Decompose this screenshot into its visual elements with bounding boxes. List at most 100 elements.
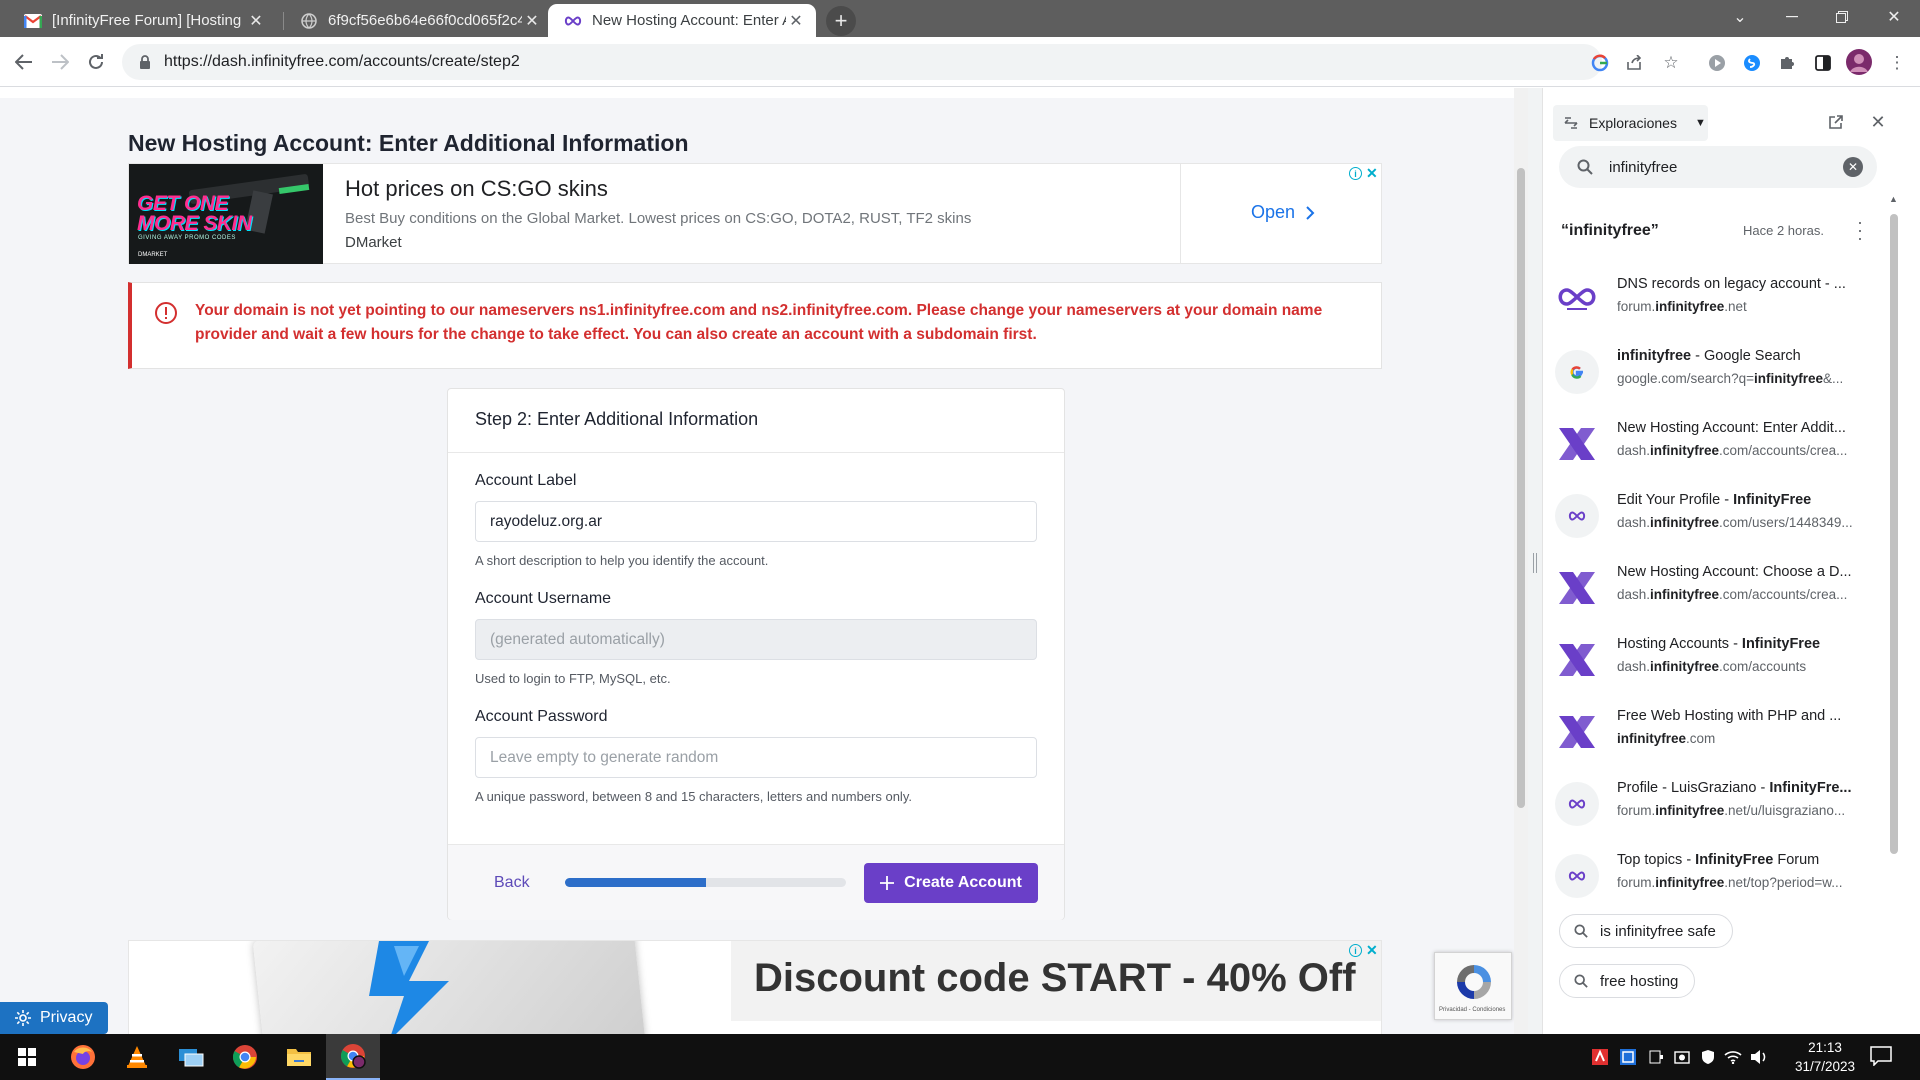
- close-tab-icon[interactable]: ✕: [522, 11, 542, 31]
- journey-more-icon[interactable]: · · ·: [1855, 213, 1865, 247]
- tab-active[interactable]: New Hosting Account: Enter Additional In…: [548, 4, 816, 37]
- journey-item[interactable]: Profile - LuisGraziano - InfinityFre... f…: [1555, 772, 1877, 830]
- reload-icon[interactable]: [81, 47, 111, 77]
- close-tab-icon[interactable]: ✕: [786, 11, 806, 31]
- journey-item-url-text: forum.: [1617, 803, 1656, 818]
- back-link[interactable]: Back: [494, 874, 530, 892]
- side-panel-resize-handle[interactable]: [1528, 88, 1542, 1034]
- chrome-profile-icon[interactable]: [326, 1034, 380, 1080]
- journeys-icon: [1564, 117, 1578, 129]
- journey-item-url-text: forum.: [1617, 299, 1656, 314]
- journey-item-url-match: infinityfree: [1655, 803, 1725, 818]
- file-explorer-icon[interactable]: [272, 1034, 326, 1080]
- profile-avatar[interactable]: [1846, 49, 1872, 75]
- journey-item-title-text: DNS records on legacy account - ...: [1617, 276, 1846, 292]
- remote-desktop-icon[interactable]: [164, 1034, 218, 1080]
- infinity-icon: [1555, 854, 1599, 898]
- journey-item[interactable]: Edit Your Profile - InfinityFree dash.inf…: [1555, 484, 1877, 542]
- journey-item[interactable]: DNS records on legacy account - ... forum…: [1555, 268, 1877, 326]
- resize-grip-icon[interactable]: [1533, 553, 1537, 573]
- journeys-search-field[interactable]: infinityfree ✕: [1559, 146, 1877, 188]
- vlc-icon[interactable]: [110, 1034, 164, 1080]
- side-panel-scrollbar[interactable]: ▲ ▼: [1887, 188, 1901, 1080]
- close-tab-icon[interactable]: ✕: [246, 11, 266, 31]
- wifi-icon[interactable]: [1724, 1046, 1742, 1068]
- journey-item-url-text: .com/users/1448349...: [1719, 515, 1853, 530]
- ad-info-icon[interactable]: i: [1349, 944, 1362, 957]
- shazam-extension-icon[interactable]: [1741, 52, 1763, 74]
- ad-info-icon[interactable]: i: [1349, 167, 1362, 180]
- share-icon[interactable]: [1624, 52, 1646, 74]
- tray-shield-icon[interactable]: [1700, 1046, 1716, 1068]
- ad-open-button[interactable]: Open: [1251, 202, 1315, 223]
- related-search-chip[interactable]: free hosting: [1559, 964, 1696, 998]
- new-tab-button[interactable]: +: [826, 6, 856, 36]
- create-account-button[interactable]: Create Account: [864, 863, 1038, 903]
- journey-item-url: forum.infinityfree.net/top?period=w...: [1617, 875, 1867, 890]
- taskbar-clock[interactable]: 21:13 31/7/2023: [1790, 1038, 1860, 1076]
- page-scrollbar[interactable]: [1514, 88, 1528, 1034]
- caret-down-icon: ▼: [1694, 117, 1706, 129]
- journey-item[interactable]: Top topics - InfinityFree Forum forum.inf…: [1555, 844, 1877, 902]
- open-in-new-tab-icon[interactable]: [1826, 112, 1846, 132]
- ad-headline[interactable]: Hot prices on CS:GO skins: [345, 176, 608, 202]
- ad-banner-bottom[interactable]: Discount code START - 40% Off i ✕: [128, 940, 1382, 1034]
- journey-item[interactable]: infinityfree - Google Search google.com/s…: [1555, 340, 1877, 398]
- ad-open-label: Open: [1251, 202, 1296, 222]
- tray-app-blue-icon[interactable]: [1620, 1046, 1636, 1068]
- journey-item[interactable]: New Hosting Account: Enter Addit... dash.…: [1555, 412, 1877, 470]
- minimize-icon[interactable]: [1766, 0, 1818, 34]
- windows-taskbar: 21:13 31/7/2023: [0, 1034, 1920, 1080]
- journey-item[interactable]: Free Web Hosting with PHP and ... infinit…: [1555, 700, 1877, 758]
- journey-item[interactable]: New Hosting Account: Choose a D... dash.i…: [1555, 556, 1877, 614]
- side-panel-icon[interactable]: [1812, 52, 1834, 74]
- ad-close-icon[interactable]: ✕: [1366, 942, 1378, 959]
- journey-item[interactable]: Hosting Accounts - InfinityFree dash.infi…: [1555, 628, 1877, 686]
- restore-icon[interactable]: [1816, 0, 1868, 34]
- extensions-puzzle-icon[interactable]: [1776, 52, 1798, 74]
- close-window-icon[interactable]: ✕: [1868, 0, 1920, 34]
- tray-app-red-icon[interactable]: [1592, 1046, 1608, 1068]
- recaptcha-badge[interactable]: Privacidad - Condiciones: [1434, 952, 1512, 1020]
- recaptcha-links[interactable]: Privacidad - Condiciones: [1439, 1007, 1505, 1013]
- tab-gmail[interactable]: [InfinityFree Forum] [Hosting Support] ✕: [8, 4, 276, 37]
- privacy-button[interactable]: Privacy: [0, 1002, 108, 1034]
- forward-arrow-icon[interactable]: [45, 47, 75, 77]
- chrome-icon[interactable]: [218, 1034, 272, 1080]
- lock-icon[interactable]: [136, 53, 154, 71]
- adchoices[interactable]: i ✕: [1349, 942, 1378, 959]
- ad-envelope-image[interactable]: [129, 941, 729, 1034]
- ad-close-icon[interactable]: ✕: [1366, 165, 1378, 182]
- back-arrow-icon[interactable]: [9, 47, 39, 77]
- tab-hash[interactable]: 6f9cf56e6b64e66f0cd065f2c43f6 ✕: [284, 4, 552, 37]
- google-lens-icon[interactable]: [1589, 52, 1611, 74]
- firefox-icon[interactable]: [56, 1034, 110, 1080]
- address-bar[interactable]: https://dash.infinityfree.com/accounts/c…: [122, 44, 1602, 80]
- journey-item-url-match: infinityfree: [1655, 299, 1725, 314]
- bookmark-star-icon[interactable]: ☆: [1660, 52, 1682, 74]
- scroll-up-icon[interactable]: ▲: [1889, 194, 1898, 204]
- clear-search-icon[interactable]: ✕: [1843, 157, 1863, 177]
- journey-item-title-text: Forum: [1773, 852, 1820, 868]
- tray-camera-icon[interactable]: [1674, 1046, 1690, 1068]
- tray-device-icon[interactable]: [1648, 1046, 1664, 1068]
- infinityfree-x-icon: [1555, 638, 1599, 682]
- media-play-icon[interactable]: [1706, 52, 1728, 74]
- volume-icon[interactable]: [1750, 1046, 1768, 1068]
- windows-start-icon[interactable]: [0, 1034, 54, 1080]
- close-panel-icon[interactable]: ✕: [1868, 112, 1888, 132]
- journeys-dropdown[interactable]: Exploraciones ▼: [1553, 105, 1708, 141]
- journey-query-title: “infinityfree”: [1561, 222, 1659, 239]
- account-password-input[interactable]: Leave empty to generate random: [475, 737, 1037, 778]
- tab-search-icon[interactable]: ⌄: [1714, 0, 1766, 34]
- side-panel-scroll-thumb[interactable]: [1890, 214, 1898, 854]
- adchoices[interactable]: i ✕: [1349, 165, 1378, 182]
- menu-kebab-icon[interactable]: ⋮: [1886, 52, 1908, 74]
- related-search-chip[interactable]: is infinityfree safe: [1559, 914, 1733, 948]
- ad-image[interactable]: GET ONE MORE SKIN GIVING AWAY PROMO CODE…: [129, 164, 323, 264]
- page-scroll-thumb[interactable]: [1517, 168, 1525, 808]
- account-label-input[interactable]: rayodeluz.org.ar: [475, 501, 1037, 542]
- ad-banner-top[interactable]: GET ONE MORE SKIN GIVING AWAY PROMO CODE…: [128, 163, 1382, 264]
- notification-center-icon[interactable]: [1870, 1046, 1894, 1068]
- ad-discount-text[interactable]: Discount code START - 40% Off: [754, 956, 1356, 1001]
